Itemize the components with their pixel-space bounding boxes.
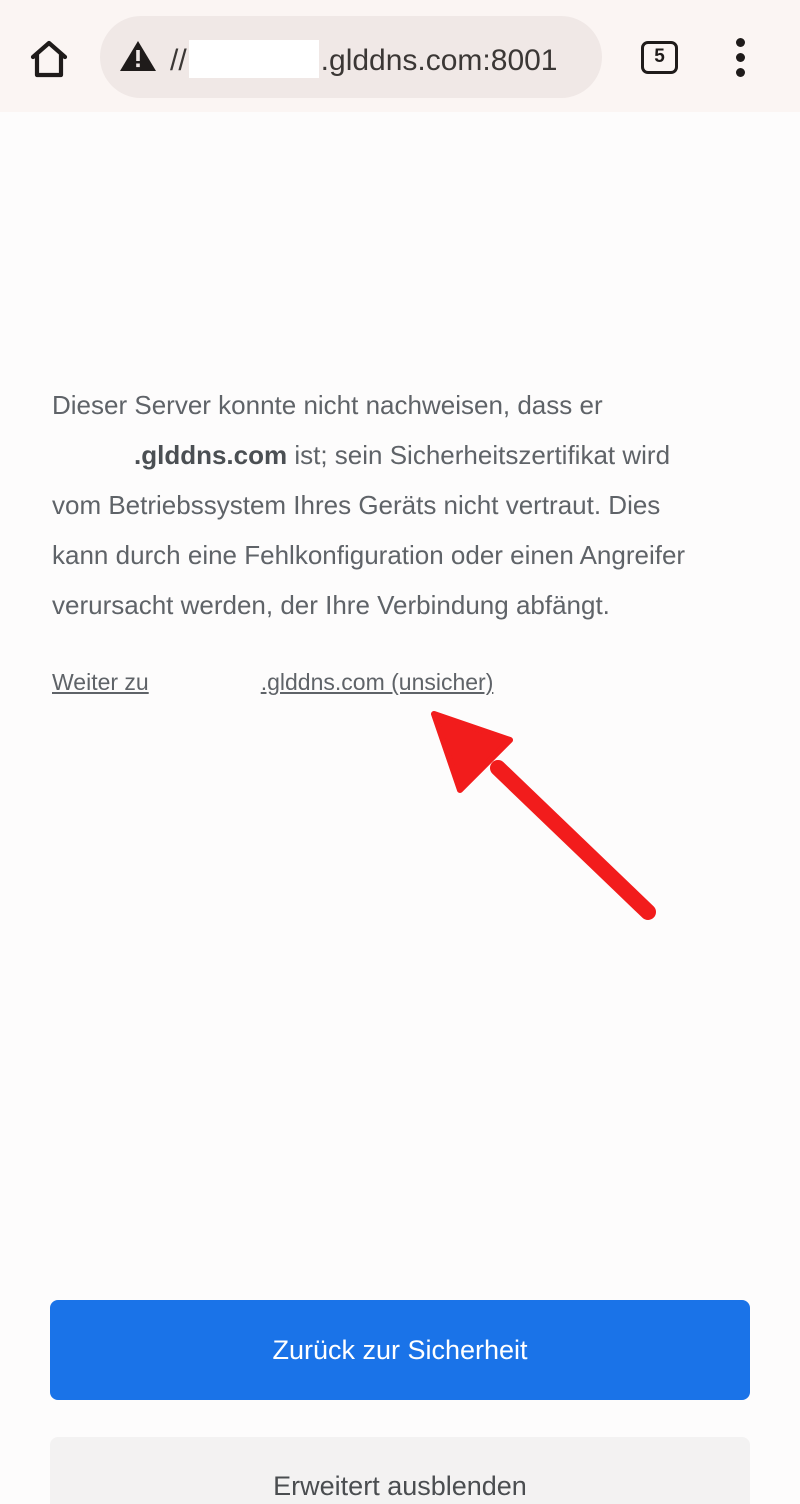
browser-toolbar: // .glddns.com:8001 5 (0, 0, 800, 112)
home-icon[interactable] (26, 36, 72, 82)
url-redaction (188, 40, 319, 78)
ssl-warning-page: // .glddns.com:8001 5 Dieser Server konnt… (0, 0, 800, 1504)
tab-count: 5 (654, 46, 665, 67)
description-domain: .glddns.com (134, 440, 288, 470)
annotation-arrow-icon (420, 700, 680, 940)
warning-triangle-icon[interactable] (119, 39, 157, 73)
hide-advanced-button[interactable]: Erweitert ausblenden (50, 1437, 750, 1504)
description-line-3: vom Betriebssystem Ihres Geräts nicht ve… (52, 490, 661, 520)
url-scheme: // (170, 44, 187, 77)
description-line-4: kann durch eine Fehlkonfiguration oder e… (52, 540, 686, 570)
tab-switcher-button[interactable]: 5 (641, 41, 678, 74)
url-text: // .glddns.com:8001 (170, 40, 558, 78)
proceed-unsafe-link[interactable]: Weiter zu .glddns.com (unsicher) (52, 664, 493, 700)
description-line-1: Dieser Server konnte nicht nachweisen, d… (52, 390, 603, 420)
description-line-5: verursacht werden, der Ihre Verbindung a… (52, 590, 610, 620)
more-vert-icon[interactable] (728, 38, 754, 78)
address-bar[interactable]: // .glddns.com:8001 (100, 16, 602, 98)
back-to-safety-button[interactable]: Zurück zur Sicherheit (50, 1300, 750, 1400)
description-line-2: ist; sein Sicherheitszertifikat wird (287, 440, 671, 470)
proceed-link-suffix: .glddns.com (unsicher) (260, 669, 494, 695)
proceed-link-prefix: Weiter zu (52, 669, 149, 695)
url-host: .glddns.com:8001 (320, 44, 558, 77)
warning-description: Dieser Server konnte nicht nachweisen, d… (52, 380, 752, 630)
